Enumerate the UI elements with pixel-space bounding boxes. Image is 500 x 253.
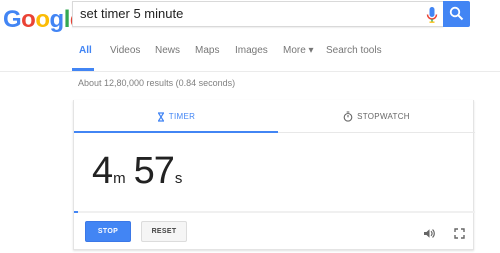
tab-images[interactable]: Images	[235, 45, 268, 56]
timer-progress-bar	[74, 211, 475, 213]
tab-stopwatch[interactable]: STOPWATCH	[278, 100, 475, 133]
timer-card: TIMER STOPWATCH 4m 57s STOP RESET	[73, 100, 475, 250]
seconds-value: 57	[133, 150, 175, 192]
hourglass-icon	[157, 111, 164, 122]
tab-search-tools[interactable]: Search tools	[326, 45, 382, 56]
tab-timer[interactable]: TIMER	[74, 100, 278, 133]
stop-button[interactable]: STOP	[85, 221, 131, 242]
minutes-value: 4	[92, 150, 113, 192]
search-button[interactable]	[443, 1, 470, 27]
tab-more[interactable]: More ▾	[283, 45, 314, 56]
timer-card-tabs: TIMER STOPWATCH	[74, 100, 475, 133]
search-nav-tabs: All Videos News Maps Images More ▾ Searc…	[0, 41, 500, 71]
header: Google set timer 5 minute All Videos New…	[0, 0, 500, 72]
timer-tab-indicator	[74, 131, 278, 133]
timer-progress-fill	[74, 211, 78, 213]
logo-letter: o	[35, 6, 50, 33]
search-input[interactable]: set timer 5 minute	[80, 6, 410, 21]
stopwatch-icon	[343, 111, 353, 122]
tab-timer-label: TIMER	[168, 112, 196, 121]
minutes-unit: m	[113, 170, 126, 187]
active-tab-indicator	[72, 68, 94, 71]
volume-icon[interactable]	[423, 226, 435, 244]
tab-stopwatch-label: STOPWATCH	[357, 112, 410, 121]
time-display: 4m 57s	[92, 150, 190, 193]
logo-letter: G	[3, 6, 22, 33]
fullscreen-icon[interactable]	[454, 226, 465, 244]
seconds-unit: s	[174, 170, 183, 187]
logo-letter: o	[21, 6, 36, 33]
search-icon	[449, 6, 464, 21]
results-count: About 12,80,000 results (0.84 seconds)	[78, 78, 236, 88]
tab-maps[interactable]: Maps	[195, 45, 219, 56]
microphone-icon[interactable]	[425, 6, 439, 24]
tab-videos[interactable]: Videos	[110, 45, 140, 56]
search-box[interactable]: set timer 5 minute	[72, 1, 443, 27]
reset-button[interactable]: RESET	[141, 221, 187, 242]
tab-news[interactable]: News	[155, 45, 180, 56]
google-logo[interactable]: Google	[3, 6, 83, 34]
tab-all[interactable]: All	[79, 45, 92, 56]
logo-letter: g	[49, 6, 65, 33]
